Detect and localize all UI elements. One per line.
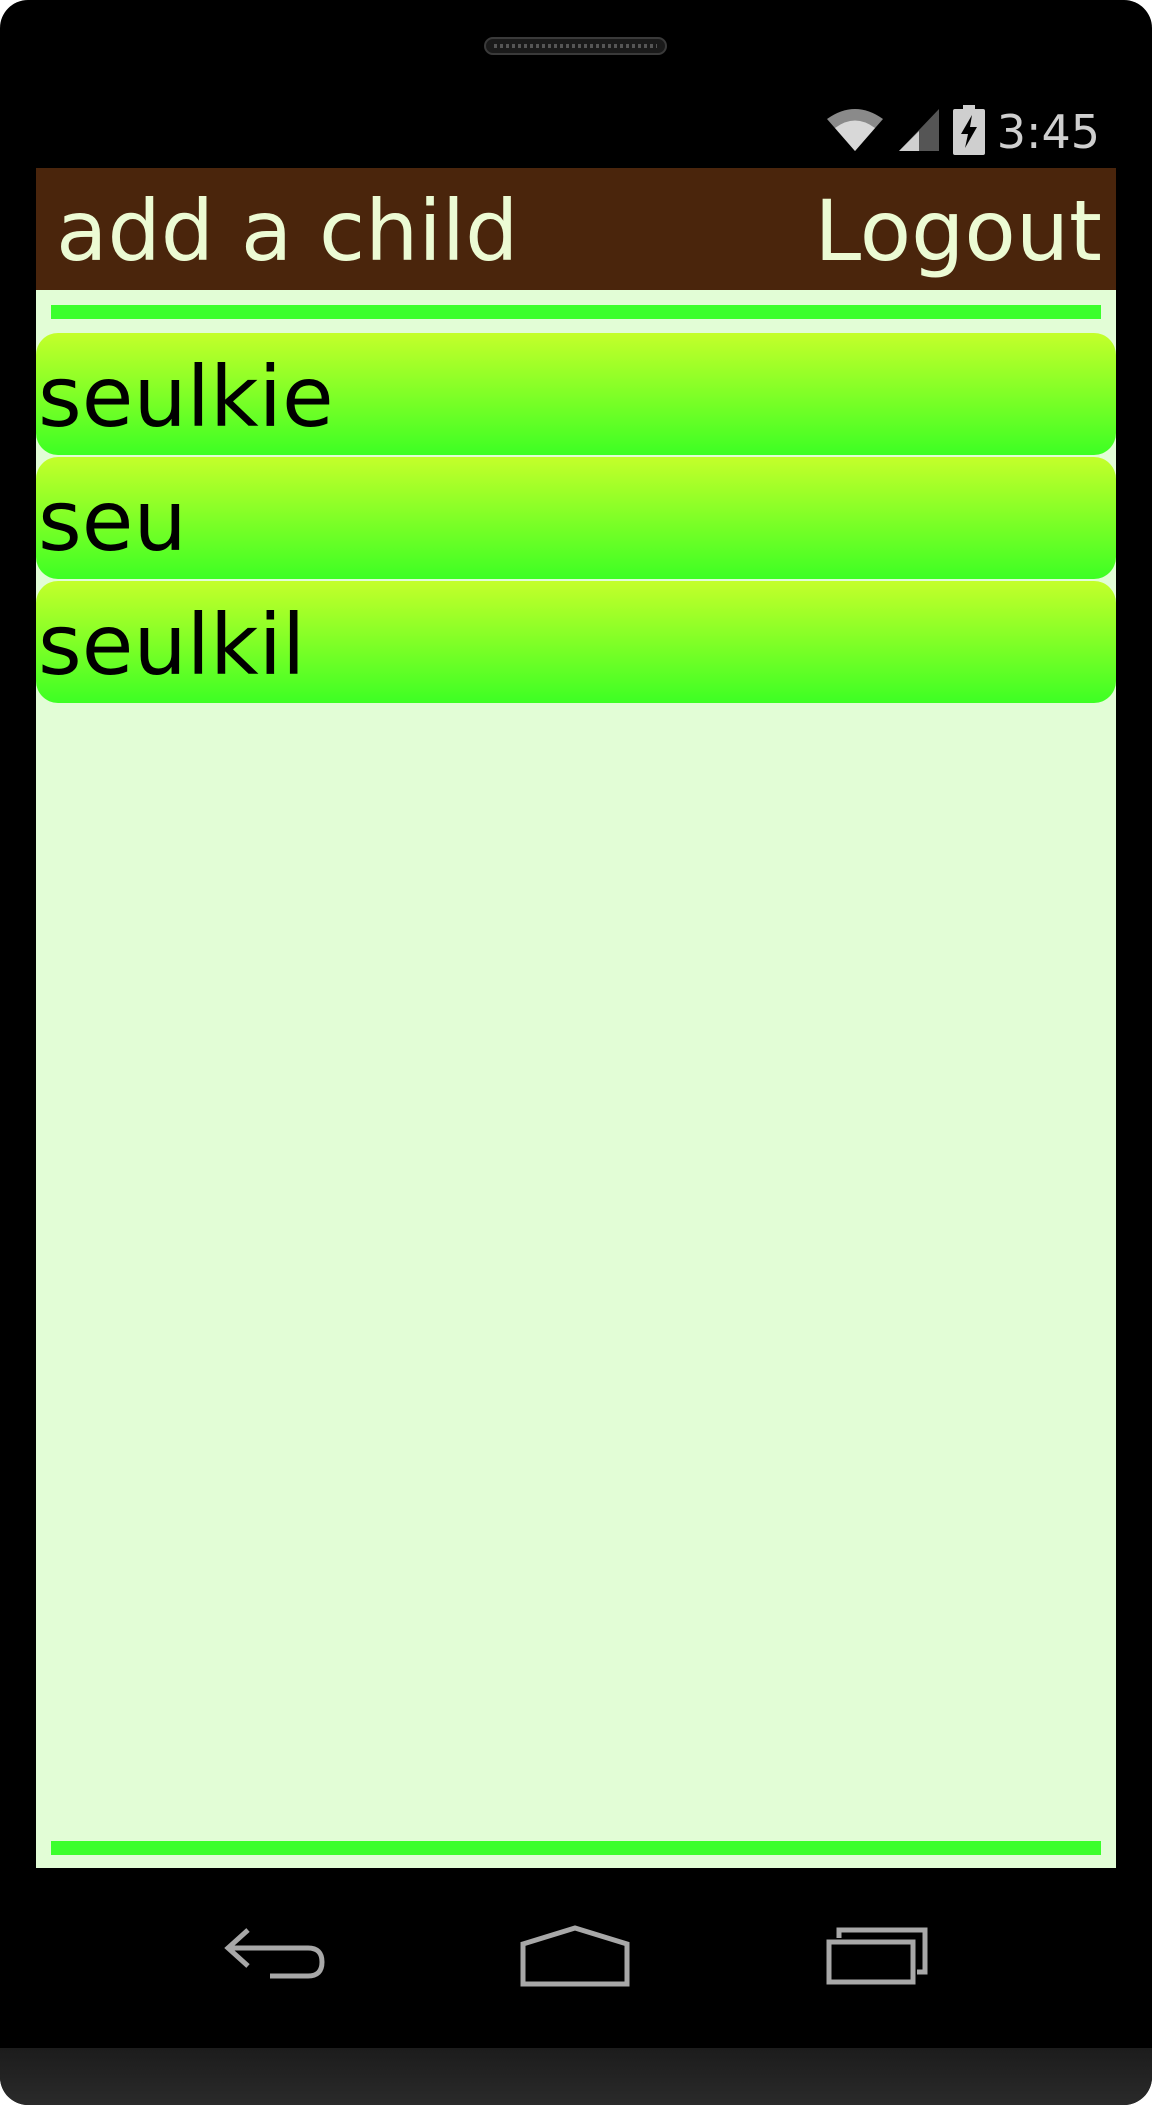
add-child-button[interactable]: add a child bbox=[56, 186, 518, 276]
status-bar: 3:45 bbox=[36, 100, 1116, 166]
battery-charging-icon bbox=[952, 105, 985, 159]
home-icon bbox=[519, 1924, 631, 1992]
recent-apps-button[interactable] bbox=[812, 1908, 942, 2008]
child-name: seulkil bbox=[38, 596, 306, 694]
app-screen: add a child Logout seulkie seu seulkil bbox=[36, 168, 1116, 1868]
earpiece-speaker bbox=[484, 37, 667, 55]
recent-apps-icon bbox=[825, 1926, 929, 1990]
child-list-item[interactable]: seu bbox=[36, 457, 1116, 579]
wifi-icon bbox=[825, 107, 885, 157]
phone-frame: 3:45 add a child Logout seulkie seu seul… bbox=[0, 0, 1152, 2105]
navigation-bar bbox=[0, 1868, 1152, 2048]
app-bar: add a child Logout bbox=[36, 168, 1116, 290]
child-list-item[interactable]: seulkie bbox=[36, 333, 1116, 455]
child-name: seu bbox=[38, 472, 187, 570]
back-icon bbox=[220, 1926, 330, 1990]
child-name: seulkie bbox=[38, 348, 334, 446]
logout-button[interactable]: Logout bbox=[814, 186, 1102, 276]
home-button[interactable] bbox=[510, 1908, 640, 2008]
child-list-item[interactable]: seulkil bbox=[36, 581, 1116, 703]
back-button[interactable] bbox=[210, 1908, 340, 2008]
bottom-divider bbox=[51, 1841, 1101, 1855]
status-time: 3:45 bbox=[996, 105, 1100, 159]
child-list: seulkie seu seulkil bbox=[36, 333, 1116, 705]
status-icons: 3:45 bbox=[825, 104, 1100, 160]
top-divider bbox=[51, 305, 1101, 319]
phone-chin bbox=[0, 2048, 1152, 2105]
cell-signal-icon bbox=[897, 107, 941, 157]
